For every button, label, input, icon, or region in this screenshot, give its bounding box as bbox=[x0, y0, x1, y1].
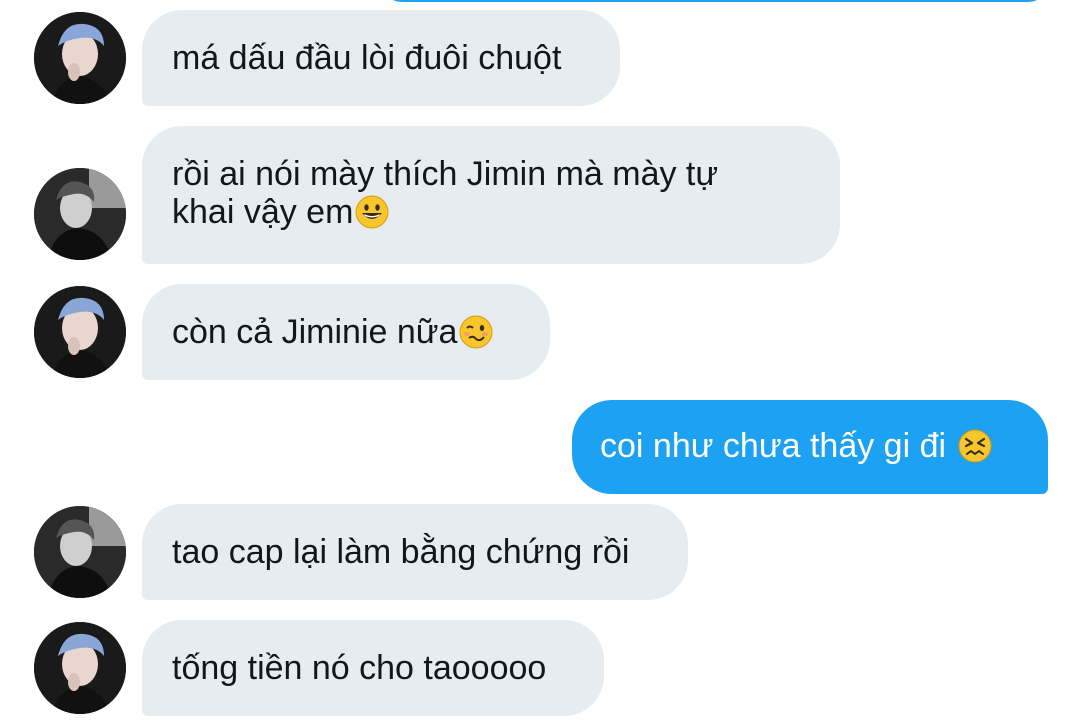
avatar[interactable] bbox=[34, 286, 126, 378]
grinning-face-emoji-icon bbox=[355, 195, 389, 229]
message-text: tống tiền nó cho taooooo bbox=[172, 649, 547, 687]
message-text-line: khai vậy em bbox=[172, 193, 354, 231]
chat-thread: má dấu đầu lòi đuôi chuột rồi ai nói mày… bbox=[0, 0, 1080, 724]
message-bubble[interactable]: tống tiền nó cho taooooo bbox=[142, 620, 604, 716]
confounded-face-emoji-icon bbox=[958, 429, 992, 463]
message-bubble-outgoing[interactable]: coi như chưa thấy gi đi bbox=[572, 400, 1048, 494]
message-text: tao cap lại làm bằng chứng rồi bbox=[172, 533, 630, 571]
previous-outgoing-bubble[interactable] bbox=[380, 0, 1050, 2]
avatar-grayscale-image bbox=[34, 168, 126, 260]
avatar[interactable] bbox=[34, 506, 126, 598]
message-bubble[interactable]: rồi ai nói mày thích Jimin mà mày tự kha… bbox=[142, 126, 840, 264]
message-text: còn cả Jiminie nữa bbox=[172, 313, 458, 351]
avatar[interactable] bbox=[34, 622, 126, 714]
message-bubble[interactable]: má dấu đầu lòi đuôi chuột bbox=[142, 10, 620, 106]
message-text: coi như chưa thấy gi đi bbox=[600, 427, 956, 465]
message-text: má dấu đầu lòi đuôi chuột bbox=[172, 39, 562, 77]
woozy-face-emoji-icon bbox=[459, 315, 493, 349]
avatar[interactable] bbox=[34, 168, 126, 260]
avatar-blue-hair-image bbox=[34, 622, 126, 714]
avatar-grayscale-image bbox=[34, 506, 126, 598]
avatar-blue-hair-image bbox=[34, 12, 126, 104]
avatar-blue-hair-image bbox=[34, 286, 126, 378]
message-bubble[interactable]: tao cap lại làm bằng chứng rồi bbox=[142, 504, 688, 600]
message-text-line: rồi ai nói mày thích Jimin mà mày tự bbox=[172, 155, 719, 193]
message-bubble[interactable]: còn cả Jiminie nữa bbox=[142, 284, 550, 380]
message-text-line-with-emoji: khai vậy em bbox=[172, 192, 810, 232]
avatar[interactable] bbox=[34, 12, 126, 104]
